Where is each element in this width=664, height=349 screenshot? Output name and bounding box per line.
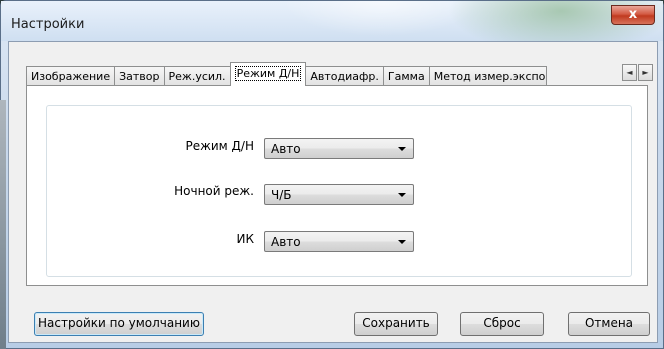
tab-image[interactable]: Изображение xyxy=(26,66,116,86)
tab-label: Режим Д/Н xyxy=(234,66,302,81)
defaults-button[interactable]: Настройки по умолчанию xyxy=(34,312,204,336)
reset-button[interactable]: Сброс xyxy=(460,312,544,336)
tab-auto-iris[interactable]: Автодиафр. xyxy=(305,66,384,86)
cancel-button[interactable]: Отмена xyxy=(568,312,650,336)
window-title: Настройки xyxy=(11,17,85,32)
scroll-right-icon: ► xyxy=(642,68,649,77)
dropdown-arrow-icon xyxy=(398,193,406,197)
title-bar: Настройки x xyxy=(1,1,663,41)
save-button[interactable]: Сохранить xyxy=(354,312,438,336)
tab-gamma[interactable]: Гамма xyxy=(382,66,430,86)
dropdown-arrow-icon xyxy=(398,240,406,244)
tab-shutter[interactable]: Затвор xyxy=(114,66,165,86)
ir-select[interactable]: Авто xyxy=(264,231,414,252)
night-mode-label: Ночной реж. xyxy=(174,184,254,198)
tab-exposure-metering[interactable]: Метод измер.экспоз xyxy=(428,66,547,86)
dn-mode-label: Режим Д/Н xyxy=(185,139,254,153)
tab-label: Изображение xyxy=(31,70,111,83)
dropdown-arrow-icon xyxy=(398,147,406,151)
ir-label: ИК xyxy=(236,232,255,246)
tab-label: Автодиафр. xyxy=(310,70,379,83)
ir-value: Авто xyxy=(271,235,301,249)
tab-label: Затвор xyxy=(119,70,160,83)
tab-label: Реж.усил. xyxy=(168,70,226,83)
tab-scroll-left-button[interactable]: ◄ xyxy=(622,64,637,81)
tab-label: Гамма xyxy=(387,70,425,83)
tab-scroll-right-button[interactable]: ► xyxy=(638,64,653,81)
tab-strip: Изображение Затвор Реж.усил. Режим Д/Н А… xyxy=(26,62,547,86)
tab-day-night[interactable]: Режим Д/Н xyxy=(229,62,307,86)
scroll-left-icon: ◄ xyxy=(626,68,633,77)
tab-label: Метод измер.экспоз xyxy=(433,70,547,83)
tab-gain-mode[interactable]: Реж.усил. xyxy=(163,66,231,86)
background-window-edge xyxy=(0,100,6,349)
close-icon: x xyxy=(628,7,638,22)
night-mode-select[interactable]: Ч/Б xyxy=(264,184,414,205)
dn-mode-select[interactable]: Авто xyxy=(264,138,414,159)
dn-mode-value: Авто xyxy=(271,142,301,156)
night-mode-value: Ч/Б xyxy=(271,188,292,202)
close-button[interactable]: x xyxy=(611,5,655,25)
